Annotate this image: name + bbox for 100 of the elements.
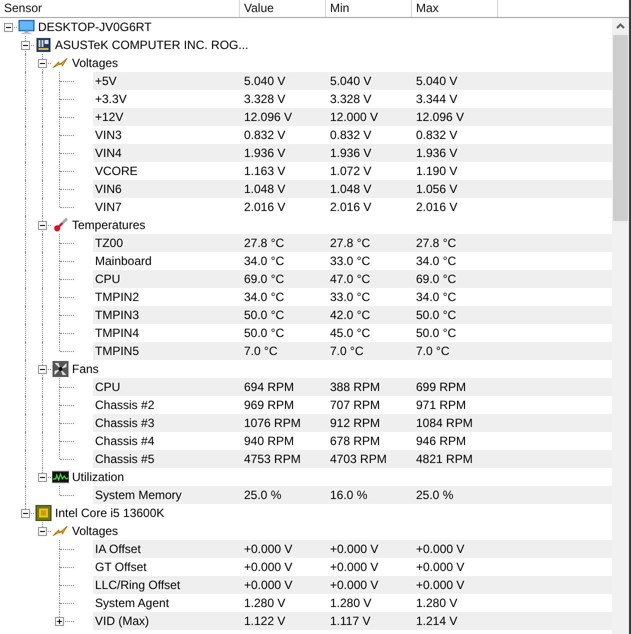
max-cell-text: 50.0 °C xyxy=(415,326,458,340)
value-column-header[interactable]: Value xyxy=(240,0,326,17)
collapse-button[interactable] xyxy=(38,473,47,482)
value-cell-text: 7.0 °C xyxy=(243,344,278,358)
sensor-name[interactable]: Chassis #5 xyxy=(93,452,240,466)
min-cell-text: 33.0 °C xyxy=(329,290,372,304)
sensor-name[interactable]: CPU xyxy=(93,380,240,394)
min-cell-text: 2.016 V xyxy=(329,200,372,214)
scrollbar-thumb[interactable] xyxy=(613,35,628,221)
sensor-name[interactable]: Chassis #3 xyxy=(93,416,240,430)
max-cell-text: 946 RPM xyxy=(415,434,468,448)
sensor-column-header[interactable]: Sensor xyxy=(0,0,240,17)
sensor-name[interactable]: CPU xyxy=(93,272,240,286)
min-cell-text: 1.072 V xyxy=(329,164,372,178)
min-cell-text: 388 RPM xyxy=(329,380,382,394)
sensor-name[interactable]: VIN3 xyxy=(93,128,240,142)
value-cell-text: 4753 RPM xyxy=(243,452,302,466)
tree-node-label[interactable]: Intel Core i5 13600K xyxy=(52,504,164,522)
vertical-scrollbar[interactable] xyxy=(612,18,629,634)
min-cell-text: 912 RPM xyxy=(329,416,382,430)
expand-button[interactable] xyxy=(55,617,64,626)
max-cell-text: 69.0 °C xyxy=(415,272,458,286)
min-cell-text: +0.000 V xyxy=(329,578,380,592)
sensor-name[interactable]: VIN6 xyxy=(93,182,240,196)
max-cell-text: 12.096 V xyxy=(415,110,466,124)
collapse-button[interactable] xyxy=(21,509,30,518)
min-cell-text: 678 RPM xyxy=(329,434,382,448)
min-cell-text: +0.000 V xyxy=(329,560,380,574)
sensor-name[interactable]: VIN4 xyxy=(93,146,240,160)
value-cell-text: 12.096 V xyxy=(243,110,294,124)
sensor-name[interactable]: TMPIN5 xyxy=(93,344,240,358)
fan-icon xyxy=(52,361,69,377)
max-cell-text: 1.214 V xyxy=(415,614,458,628)
value-cell-text: 50.0 °C xyxy=(243,308,286,322)
sensor-name[interactable]: VID (Max) xyxy=(93,614,240,628)
collapse-button[interactable] xyxy=(4,23,13,32)
min-cell-text: 5.040 V xyxy=(329,74,372,88)
sensor-name[interactable]: IA Offset xyxy=(93,542,240,556)
max-cell-text: 0.832 V xyxy=(415,128,458,142)
value-cell-text: 34.0 °C xyxy=(243,254,286,268)
max-cell-text: 1.280 V xyxy=(415,596,458,610)
collapse-button[interactable] xyxy=(38,59,47,68)
value-cell-text: 1.122 V xyxy=(243,614,286,628)
tree-node-label[interactable]: Utilization xyxy=(69,468,124,486)
max-cell-text: 5.040 V xyxy=(415,74,458,88)
sensor-name[interactable]: +5V xyxy=(93,74,240,88)
sensor-name[interactable]: LLC/Ring Offset xyxy=(93,578,240,592)
min-cell-text: 45.0 °C xyxy=(329,326,372,340)
value-cell-text: 27.8 °C xyxy=(243,236,286,250)
tree-node-label[interactable]: Fans xyxy=(69,360,99,378)
max-cell-text: 27.8 °C xyxy=(415,236,458,250)
sensor-name[interactable]: +3.3V xyxy=(93,92,240,106)
value-cell-text: +0.000 V xyxy=(243,578,294,592)
value-cell-text: 1076 RPM xyxy=(243,416,302,430)
sensor-name[interactable]: +12V xyxy=(93,110,240,124)
value-cell-text: 969 RPM xyxy=(243,398,296,412)
tree-node-label[interactable]: DESKTOP-JV0G6RT xyxy=(35,18,152,36)
value-cell-text: 1.936 V xyxy=(243,146,286,160)
sensor-name[interactable]: VCORE xyxy=(93,164,240,178)
min-column-header[interactable]: Min xyxy=(326,0,412,17)
collapse-button[interactable] xyxy=(38,527,47,536)
collapse-button[interactable] xyxy=(38,365,47,374)
sensor-name[interactable]: System Memory xyxy=(93,488,240,502)
collapse-button[interactable] xyxy=(38,221,47,230)
tree-node-label[interactable]: Voltages xyxy=(69,54,118,72)
tree-node-label[interactable]: ASUSTeK COMPUTER INC. ROG... xyxy=(52,36,248,54)
value-cell-text: 34.0 °C xyxy=(243,290,286,304)
min-cell-text: 47.0 °C xyxy=(329,272,372,286)
tree-node-label[interactable]: Temperatures xyxy=(69,216,146,234)
sensor-name[interactable]: Mainboard xyxy=(93,254,240,268)
max-cell-text: +0.000 V xyxy=(415,578,466,592)
thermometer-icon xyxy=(52,217,69,233)
max-cell-text: 34.0 °C xyxy=(415,290,458,304)
monitor-icon xyxy=(18,19,35,35)
value-cell-text: 940 RPM xyxy=(243,434,296,448)
min-cell-text: 1.048 V xyxy=(329,182,372,196)
sensor-name[interactable]: TZ00 xyxy=(93,236,240,250)
min-cell-text: 1.280 V xyxy=(329,596,372,610)
max-cell-text: 971 RPM xyxy=(415,398,468,412)
min-cell-text: +0.000 V xyxy=(329,542,380,556)
sensor-name[interactable]: System Agent xyxy=(93,596,240,610)
max-column-header[interactable]: Max xyxy=(412,0,498,17)
sensor-name[interactable]: TMPIN3 xyxy=(93,308,240,322)
min-cell-text: 12.000 V xyxy=(329,110,380,124)
value-cell-text: 69.0 °C xyxy=(243,272,286,286)
sensor-name[interactable]: GT Offset xyxy=(93,560,240,574)
sensor-name[interactable]: Chassis #2 xyxy=(93,398,240,412)
max-cell-text: 1.056 V xyxy=(415,182,458,196)
collapse-button[interactable] xyxy=(21,41,30,50)
max-cell-text: 1084 RPM xyxy=(415,416,474,430)
tree-node-label[interactable]: Voltages xyxy=(69,522,118,540)
max-cell-text: 1.190 V xyxy=(415,164,458,178)
value-cell-text: 1.280 V xyxy=(243,596,286,610)
sensor-name[interactable]: TMPIN4 xyxy=(93,326,240,340)
value-cell-text: 3.328 V xyxy=(243,92,286,106)
value-cell-text: 2.016 V xyxy=(243,200,286,214)
value-cell-text: 25.0 % xyxy=(243,488,282,502)
sensor-name[interactable]: Chassis #4 xyxy=(93,434,240,448)
sensor-name[interactable]: TMPIN2 xyxy=(93,290,240,304)
sensor-name[interactable]: VIN7 xyxy=(93,200,240,214)
